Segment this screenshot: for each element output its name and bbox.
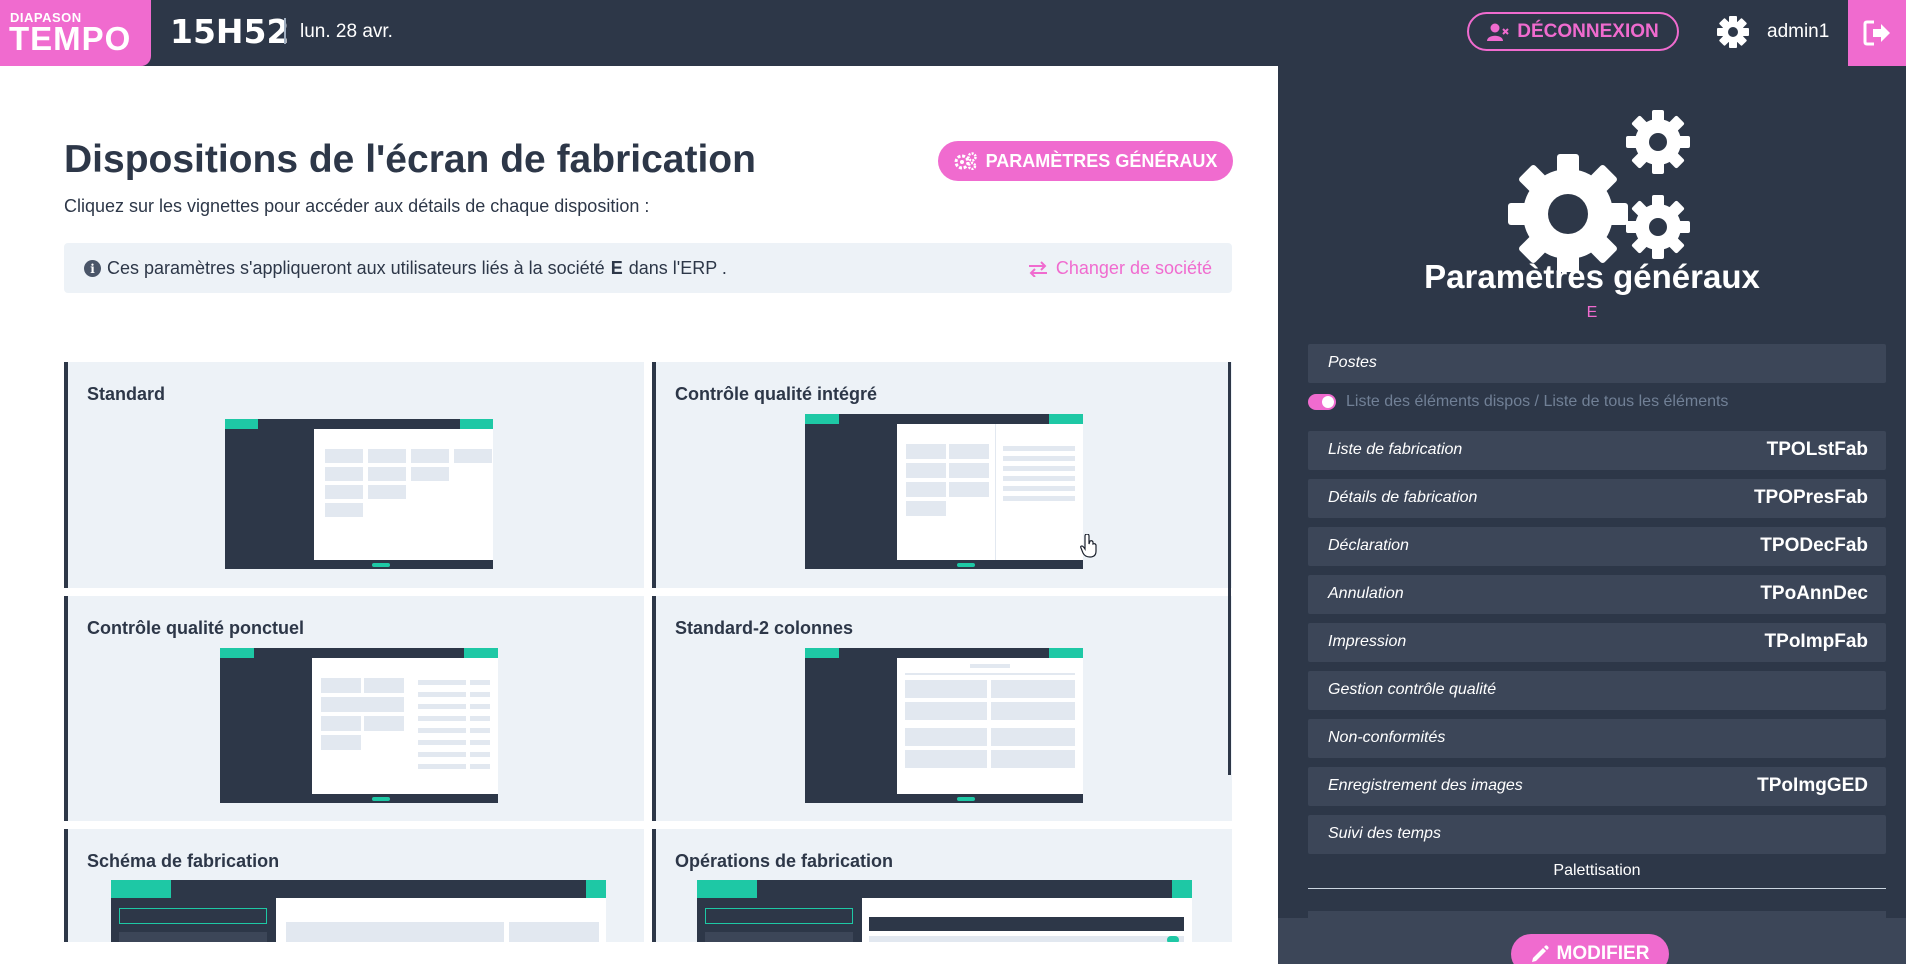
layout-card-two-columns[interactable]: Standard-2 colonnes xyxy=(652,596,1232,821)
layout-grid: Standard Contrôle qualité intégré Contrô… xyxy=(64,362,1232,942)
layout-thumbnail xyxy=(805,414,1083,569)
settings-row[interactable]: Détails de fabrication TPOPresFab xyxy=(1308,479,1886,518)
general-settings-button[interactable]: PARAMÈTRES GÉNÉRAUX xyxy=(938,141,1233,181)
info-icon: i xyxy=(84,260,101,277)
exit-button[interactable] xyxy=(1848,0,1906,66)
general-settings-label: PARAMÈTRES GÉNÉRAUX xyxy=(985,150,1218,171)
content-scrollbar[interactable] xyxy=(1228,362,1231,775)
app-logo[interactable]: DIAPASON TEMPO xyxy=(0,0,151,66)
company-info-box: i Ces paramètres s'appliqueront aux util… xyxy=(64,243,1232,293)
info-before: Ces paramètres s'appliqueront aux utilis… xyxy=(107,258,605,278)
change-company-link[interactable]: Changer de société xyxy=(1028,258,1212,279)
general-settings-panel: Paramètres généraux E Postes Liste des é… xyxy=(1278,66,1906,964)
layout-thumbnail xyxy=(805,648,1083,803)
settings-row-label: Détails de fabrication xyxy=(1328,489,1478,506)
settings-row-value: TPoAnnDec xyxy=(1760,583,1868,604)
layout-card-spot-quality[interactable]: Contrôle qualité ponctuel xyxy=(64,596,644,821)
palettisation-divider xyxy=(1308,888,1886,889)
settings-row-value: TPOLstFab xyxy=(1766,439,1868,460)
clock-time: 15H52 xyxy=(170,12,290,51)
settings-row[interactable]: Non-conformités xyxy=(1308,719,1886,758)
postes-label: Postes xyxy=(1328,354,1377,371)
panel-company: E xyxy=(1586,304,1598,321)
panel-title: Paramètres généraux xyxy=(1424,258,1760,295)
settings-row-label: Liste de fabrication xyxy=(1328,441,1463,458)
page-title: Dispositions de l'écran de fabrication xyxy=(64,138,756,181)
settings-row[interactable]: Suivi des temps xyxy=(1308,815,1886,854)
layout-card-integrated-quality[interactable]: Contrôle qualité intégré xyxy=(652,362,1232,588)
settings-row-label: Impression xyxy=(1328,633,1407,650)
layout-thumbnail xyxy=(220,648,498,803)
top-bar: DIAPASON TEMPO 15H52 lun. 28 avr. DÉCONN… xyxy=(0,0,1906,66)
settings-row-label: Suivi des temps xyxy=(1328,825,1441,842)
user-remove-icon xyxy=(1487,23,1509,41)
info-company: E xyxy=(610,258,623,278)
header-divider xyxy=(284,18,286,44)
settings-row[interactable]: Liste de fabrication TPOLstFab xyxy=(1308,431,1886,470)
settings-row-label: Annulation xyxy=(1328,585,1404,602)
palettisation-header: Palettisation xyxy=(1553,862,1641,879)
modify-button[interactable]: MODIFIER xyxy=(1511,934,1669,964)
postes-row[interactable]: Postes xyxy=(1308,344,1886,383)
settings-row[interactable]: Annulation TPoAnnDec xyxy=(1308,575,1886,614)
settings-row[interactable]: Déclaration TPODecFab xyxy=(1308,527,1886,566)
layout-card-title: Schéma de fabrication xyxy=(87,851,280,871)
layout-card-title: Standard-2 colonnes xyxy=(675,618,854,638)
logo-product: TEMPO xyxy=(9,20,132,57)
sign-out-icon xyxy=(1863,20,1890,46)
settings-row-value: TPOPresFab xyxy=(1753,487,1868,508)
hand-pointer-icon xyxy=(1080,534,1097,558)
company-info-text: i Ces paramètres s'appliqueront aux util… xyxy=(84,258,727,279)
layout-card-manufacturing-schema[interactable]: Schéma de fabrication xyxy=(64,829,644,942)
exchange-icon xyxy=(1028,260,1047,277)
settings-gear-icon[interactable] xyxy=(1715,14,1751,50)
settings-row-value: TPODecFab xyxy=(1760,535,1868,556)
username[interactable]: admin1 xyxy=(1767,21,1829,43)
toggle-label: Liste des éléments dispos / Liste de tou… xyxy=(1346,393,1729,410)
page-subtitle: Cliquez sur les vignettes pour accéder a… xyxy=(64,196,650,216)
settings-row-label: Non-conformités xyxy=(1328,729,1446,746)
pencil-icon xyxy=(1531,945,1549,962)
settings-row[interactable]: Gestion contrôle qualité xyxy=(1308,671,1886,710)
element-list-toggle[interactable] xyxy=(1308,394,1336,410)
logout-label: DÉCONNEXION xyxy=(1517,20,1659,42)
layout-card-title: Contrôle qualité ponctuel xyxy=(87,618,305,638)
layout-card-manufacturing-operations[interactable]: Opérations de fabrication xyxy=(652,829,1232,942)
cogs-icon xyxy=(1508,110,1690,272)
layout-card-title: Contrôle qualité intégré xyxy=(675,384,878,404)
logout-button[interactable]: DÉCONNEXION xyxy=(1467,12,1679,51)
settings-row[interactable]: Enregistrement des images TPoImgGED xyxy=(1308,767,1886,806)
layout-card-title: Opérations de fabrication xyxy=(675,851,894,871)
layout-thumbnail xyxy=(111,880,606,942)
settings-row-value: TPoImpFab xyxy=(1764,631,1868,652)
settings-row-label: Gestion contrôle qualité xyxy=(1328,681,1497,698)
settings-row[interactable]: Impression TPoImpFab xyxy=(1308,623,1886,662)
layout-card-title: Standard xyxy=(87,384,166,404)
element-list-toggle-row: Liste des éléments dispos / Liste de tou… xyxy=(1308,393,1728,411)
settings-row-value: TPoImgGED xyxy=(1757,775,1868,796)
cogs-icon xyxy=(954,152,977,170)
layout-card-standard[interactable]: Standard xyxy=(64,362,644,588)
settings-row-label: Enregistrement des images xyxy=(1328,777,1523,794)
info-after: dans l'ERP . xyxy=(628,258,727,278)
modify-label: MODIFIER xyxy=(1556,943,1650,964)
layout-thumbnail xyxy=(697,880,1192,942)
layout-thumbnail xyxy=(225,419,493,569)
current-date: lun. 28 avr. xyxy=(300,21,393,42)
change-company-label: Changer de société xyxy=(1055,258,1212,278)
settings-row-label: Déclaration xyxy=(1328,537,1409,554)
